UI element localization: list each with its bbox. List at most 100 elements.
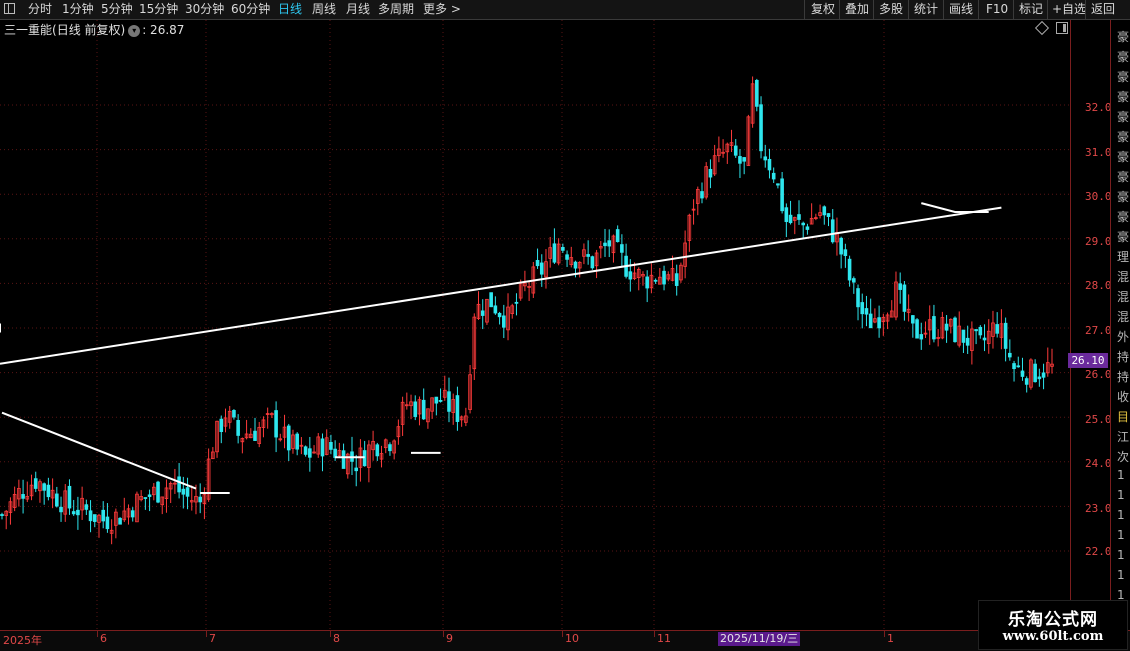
- candle-body: [860, 302, 865, 315]
- candle-body: [868, 313, 873, 329]
- candle-body: [303, 446, 308, 455]
- x-tick: [562, 631, 563, 637]
- watermark-title: 乐淘公式网: [1008, 610, 1098, 630]
- period-weekly[interactable]: 周线: [312, 1, 336, 18]
- candle-body: [101, 509, 106, 522]
- candle-body: [911, 315, 915, 324]
- candle-body: [856, 288, 860, 308]
- period-toolbar: 分时 1分钟 5分钟 15分钟 30分钟 60分钟 日线 周线 月线 多周期 更…: [0, 0, 1130, 20]
- candle-body: [1041, 372, 1046, 378]
- candle-body: [864, 308, 869, 315]
- date-axis: 2025年 6 7 8 9 10 11 2025/11/19/三 1: [0, 630, 1130, 651]
- period-monthly[interactable]: 月线: [346, 1, 370, 18]
- candle-body: [489, 292, 493, 308]
- period-daily[interactable]: 日线: [278, 1, 302, 18]
- candlestick-chart[interactable]: [0, 20, 1070, 630]
- candle-body: [1024, 378, 1029, 385]
- period-60min[interactable]: 60分钟: [231, 1, 270, 18]
- candle-body: [771, 172, 776, 180]
- period-1min[interactable]: 1分钟: [62, 1, 94, 18]
- candle-body: [413, 401, 418, 417]
- f10-button[interactable]: F10: [986, 1, 1008, 18]
- toolbar-divider: [839, 0, 840, 19]
- x-tick-label: 1: [887, 632, 894, 645]
- candle-body: [539, 262, 544, 275]
- candle-body: [1020, 370, 1025, 377]
- x-tick: [654, 631, 655, 637]
- candle-body: [742, 157, 746, 162]
- candle-body: [480, 310, 485, 316]
- period-30min[interactable]: 30分钟: [185, 1, 224, 18]
- overlay-button[interactable]: 叠加: [845, 1, 869, 18]
- candle-body: [805, 226, 810, 230]
- x-tick-label: 11: [657, 632, 671, 645]
- fuquan-button[interactable]: 复权: [811, 1, 835, 18]
- candle-body: [84, 504, 89, 510]
- candle-body: [915, 319, 919, 339]
- candle-body: [455, 395, 460, 422]
- candle-body: [738, 156, 742, 164]
- candle-body: [105, 516, 110, 530]
- candle-body: [493, 305, 498, 314]
- x-tick: [443, 631, 444, 637]
- candle-body: [497, 312, 502, 318]
- add-watchlist-button[interactable]: +自选: [1052, 1, 1086, 18]
- back-button[interactable]: 返回: [1091, 1, 1115, 18]
- candle-body: [826, 213, 831, 217]
- candle-body: [71, 511, 76, 515]
- side-panel-strip[interactable]: 豪豪豪 豪豪豪 豪豪豪 豪豪理 混混混 外持持 收目江 次11 111 11: [1110, 20, 1130, 630]
- candle-body: [995, 324, 999, 334]
- draw-line-button[interactable]: 画线: [949, 1, 973, 18]
- mark-button[interactable]: 标记: [1019, 1, 1043, 18]
- candle-body: [1016, 365, 1021, 368]
- x-tick-label: 10: [565, 632, 579, 645]
- x-tick-label: 8: [333, 632, 340, 645]
- candle-body: [620, 244, 624, 253]
- toolbar-divider: [943, 0, 944, 19]
- candle-body: [1037, 376, 1042, 380]
- candle-body: [852, 278, 856, 283]
- x-tick: [97, 631, 98, 637]
- candle-body: [55, 493, 59, 507]
- candle-body: [295, 433, 299, 450]
- toolbar-divider: [1013, 0, 1014, 19]
- candle-body: [177, 476, 181, 493]
- period-15min[interactable]: 15分钟: [139, 1, 178, 18]
- candle-body: [615, 229, 620, 243]
- candle-body: [333, 448, 337, 458]
- period-fenshi[interactable]: 分时: [28, 1, 52, 18]
- candle-body: [932, 316, 936, 340]
- stats-button[interactable]: 统计: [914, 1, 938, 18]
- toolbar-divider: [804, 0, 805, 19]
- multi-stock-button[interactable]: 多股: [879, 1, 903, 18]
- candle-body: [700, 191, 704, 199]
- candle-body: [944, 323, 949, 331]
- candle-body: [185, 487, 190, 497]
- period-multi[interactable]: 多周期: [378, 1, 414, 18]
- candle-body: [232, 410, 236, 418]
- candle-body: [92, 514, 97, 522]
- candle-body: [788, 214, 793, 224]
- candle-body: [628, 271, 633, 280]
- window-icon[interactable]: [4, 3, 15, 14]
- period-5min[interactable]: 5分钟: [101, 1, 133, 18]
- period-more[interactable]: 更多 >: [423, 1, 461, 18]
- candle-body: [839, 237, 843, 255]
- candle-body: [1008, 352, 1012, 358]
- candle-body: [662, 270, 666, 285]
- candle-body: [447, 391, 451, 412]
- candle-body: [274, 410, 278, 438]
- candle-body: [603, 242, 607, 247]
- candle-body: [847, 258, 852, 281]
- watermark-url: www.60lt.com: [1002, 629, 1104, 644]
- candle-body: [965, 337, 970, 346]
- candle-body: [130, 510, 135, 518]
- candle-body: [0, 514, 4, 516]
- candle-body: [388, 444, 392, 452]
- candle-body: [354, 467, 359, 472]
- current-price-tag: 26.10: [1068, 353, 1108, 368]
- candle-body: [801, 222, 806, 226]
- candle-body: [586, 254, 590, 257]
- trend-line: [0, 206, 1002, 365]
- toolbar-divider: [978, 0, 979, 19]
